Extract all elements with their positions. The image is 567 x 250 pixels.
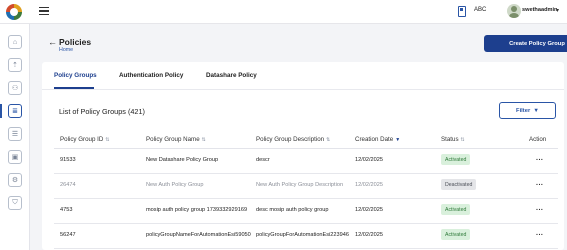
shield-icon[interactable]: ⛉ [8, 196, 22, 210]
cell-id: 91533 [60, 157, 76, 163]
column-header-description[interactable]: Policy Group Description ⇅ [256, 136, 330, 143]
create-policy-group-button[interactable]: Create Policy Group [484, 35, 567, 52]
table-row[interactable]: 56247 policyGroupNameForAutomationEsi590… [54, 224, 558, 249]
sidebar: ⌂ ⇡ ⚇ ≣ ☰ ▣ ⚙ ⛉ [0, 24, 30, 250]
chevron-down-icon[interactable]: ▾ [556, 7, 559, 14]
organization-icon [458, 6, 466, 17]
top-header: ABC swethaadmin ▾ [0, 0, 567, 24]
app-logo[interactable] [6, 4, 22, 20]
sort-icon[interactable]: ⇅ [461, 137, 465, 143]
status-badge: Activated [441, 204, 471, 215]
active-tab-underline [54, 87, 94, 89]
row-actions-menu[interactable]: ... [536, 230, 543, 237]
page-title: Policies [59, 37, 92, 47]
user-avatar[interactable] [507, 4, 521, 18]
tab-datashare-policy[interactable]: Datashare Policy [206, 72, 257, 79]
home-icon[interactable]: ⌂ [8, 35, 22, 49]
row-actions-menu[interactable]: ... [536, 155, 543, 162]
cell-date: 12/02/2025 [355, 157, 383, 163]
column-header-status[interactable]: Status ⇅ [441, 136, 465, 143]
cell-description: policyGroupForAutomationEsi223946 [256, 232, 349, 238]
policy-icon[interactable]: ≣ [8, 104, 22, 118]
settings-icon[interactable]: ⚙ [8, 173, 22, 187]
row-actions-menu[interactable]: ... [536, 205, 543, 212]
cell-description: descr [256, 157, 270, 163]
list-check-icon[interactable]: ☰ [8, 127, 22, 141]
column-header-creation-date[interactable]: Creation Date ▼ [355, 136, 400, 143]
tab-authentication-policy[interactable]: Authentication Policy [119, 72, 183, 79]
breadcrumb-home[interactable]: Home [59, 47, 73, 53]
cell-name: mosip auth policy group 1739332929169 [146, 207, 248, 213]
column-header-action: Action [529, 136, 547, 143]
cell-description: desc mosip auth policy group [256, 207, 329, 213]
tab-policy-groups[interactable]: Policy Groups [54, 72, 97, 79]
status-badge: Deactivated [441, 179, 477, 190]
cell-name: New Datashare Policy Group [146, 157, 219, 163]
cell-id: 26474 [60, 182, 76, 188]
sort-icon[interactable]: ⇅ [326, 137, 330, 143]
page-header: ← Policies Home Create Policy Group [30, 24, 567, 62]
column-header-name[interactable]: Policy Group Name ⇅ [146, 136, 206, 143]
id-card-icon[interactable]: ▣ [8, 150, 22, 164]
sidebar-active-indicator [0, 104, 2, 118]
table-row[interactable]: 26474 New Auth Policy Group New Auth Pol… [54, 174, 558, 199]
sort-icon[interactable]: ⇅ [105, 137, 109, 143]
cell-name: New Auth Policy Group [146, 182, 204, 188]
status-badge: Activated [441, 229, 471, 240]
users-icon[interactable]: ⚇ [8, 81, 22, 95]
caret-down-icon: ▼ [533, 107, 539, 114]
cell-id: 56247 [60, 232, 76, 238]
cell-date: 12/02/2025 [355, 207, 383, 213]
table-row[interactable]: 4753 mosip auth policy group 17393329291… [54, 199, 558, 224]
row-actions-menu[interactable]: ... [536, 180, 543, 187]
list-title: List of Policy Groups (421) [59, 107, 145, 116]
cell-id: 4753 [60, 207, 73, 213]
tab-bar: Policy Groups Authentication Policy Data… [42, 62, 564, 90]
table-row[interactable]: 91533 New Datashare Policy Group descr 1… [54, 149, 558, 174]
cell-date: 12/02/2025 [355, 232, 383, 238]
back-arrow-icon[interactable]: ← [48, 37, 57, 47]
sort-desc-icon[interactable]: ▼ [395, 137, 400, 143]
column-header-id[interactable]: Policy Group ID ⇅ [60, 136, 110, 143]
status-badge: Activated [441, 154, 471, 165]
policy-groups-card: Policy Groups Authentication Policy Data… [42, 62, 564, 250]
filter-button[interactable]: Filter ▼ [499, 102, 556, 119]
organization-label: ABC [474, 7, 487, 13]
filter-label: Filter [516, 107, 531, 114]
cell-date: 12/02/2025 [355, 182, 383, 188]
document-upload-icon[interactable]: ⇡ [8, 58, 22, 72]
username-label[interactable]: swethaadmin [522, 7, 557, 13]
sort-icon[interactable]: ⇅ [202, 137, 206, 143]
hamburger-menu-icon[interactable] [39, 7, 49, 16]
cell-name: policyGroupNameForAutomationEsi59050 [146, 232, 251, 238]
cell-description: New Auth Policy Group Description [256, 182, 344, 188]
